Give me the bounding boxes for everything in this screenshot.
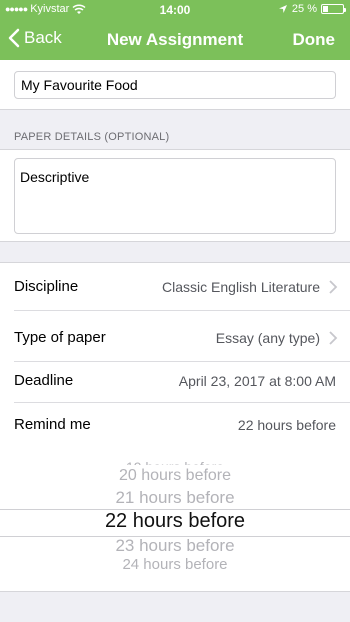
paper-details-section: Descriptive — [0, 149, 350, 242]
deadline-label: Deadline — [14, 372, 74, 389]
paper-type-value: Essay (any type) — [215, 330, 320, 346]
discipline-row[interactable]: Discipline Classic English Literature — [14, 263, 350, 311]
paper-details-textarea[interactable]: Descriptive — [14, 158, 336, 234]
assignment-title-section: My Favourite Food — [0, 60, 350, 110]
remind-me-value: 22 hours before — [237, 417, 336, 433]
picker-option[interactable]: 19 hours before — [0, 453, 350, 465]
deadline-row[interactable]: Deadline April 23, 2017 at 8:00 AM — [14, 359, 350, 403]
paper-type-row[interactable]: Type of paper Essay (any type) — [14, 314, 350, 362]
done-button[interactable]: Done — [293, 30, 336, 50]
picker-selected-option[interactable]: 22 hours before — [0, 510, 350, 533]
assignment-settings-section: Discipline Classic English Literature Ty… — [0, 262, 350, 592]
paper-details-section-label: PAPER DETAILS (OPTIONAL) — [14, 131, 170, 143]
deadline-value: April 23, 2017 at 8:00 AM — [178, 373, 336, 389]
picker-option[interactable]: 20 hours before — [0, 467, 350, 485]
remind-picker[interactable]: 19 hours before 20 hours before 21 hours… — [0, 455, 350, 575]
discipline-value: Classic English Literature — [162, 279, 320, 295]
header: ●●●●● Kyivstar 14:00 25 % Back New Assig… — [0, 0, 350, 60]
status-right: 25 % — [278, 3, 346, 15]
battery-percent: 25 % — [291, 3, 317, 15]
picker-option[interactable]: 21 hours before — [0, 488, 350, 508]
chevron-right-icon — [329, 331, 338, 345]
chevron-right-icon — [329, 280, 338, 294]
location-arrow-icon — [278, 5, 287, 13]
assignment-title-input[interactable]: My Favourite Food — [14, 71, 336, 99]
remind-me-label: Remind me — [14, 416, 91, 433]
battery-icon — [321, 4, 346, 14]
picker-option[interactable]: 23 hours before — [0, 536, 350, 556]
remind-me-row[interactable]: Remind me 22 hours before — [14, 404, 350, 444]
picker-option[interactable]: 24 hours before — [0, 556, 350, 570]
status-bar: ●●●●● Kyivstar 14:00 25 % — [0, 0, 350, 18]
discipline-label: Discipline — [14, 278, 79, 295]
navigation-bar: Back New Assignment Done — [0, 22, 350, 58]
paper-type-label: Type of paper — [14, 329, 106, 346]
